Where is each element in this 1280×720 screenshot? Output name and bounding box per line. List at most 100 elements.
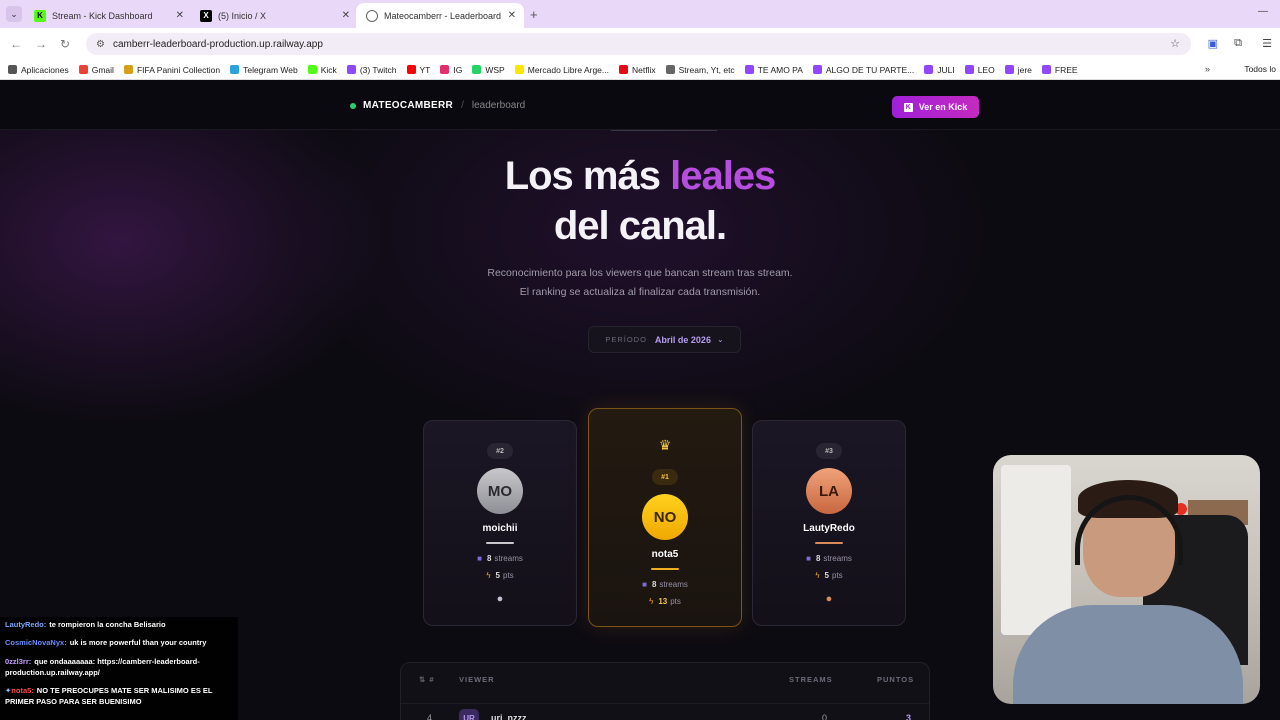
- back-icon[interactable]: ←: [10, 37, 22, 51]
- chat-message: ✦nota5: NO TE PREOCUPES MATE SER MALISIMO…: [5, 686, 233, 707]
- brand[interactable]: MATEOCAMBERR / leaderboard: [350, 100, 525, 111]
- bookmark-icon: [8, 65, 17, 74]
- extensions-puzzle-icon[interactable]: ⧉: [1234, 37, 1242, 50]
- ver-en-kick-button[interactable]: K Ver en Kick: [892, 96, 979, 118]
- extension-icon[interactable]: ▣: [1208, 37, 1218, 50]
- forward-icon[interactable]: →: [35, 37, 47, 51]
- period-selector[interactable]: PERÍODO Abril de 2026 ⌄: [588, 326, 741, 353]
- rank-badge: #2: [487, 443, 513, 459]
- minimize-icon[interactable]: —: [1258, 6, 1268, 17]
- bookmark-item[interactable]: Gmail: [78, 65, 114, 75]
- underline: [815, 542, 843, 544]
- kick-icon: K: [34, 9, 46, 22]
- bookmark-label: Telegram Web: [243, 64, 298, 75]
- bookmark-item[interactable]: FREE: [1041, 65, 1078, 75]
- streamer-torso: [1013, 605, 1243, 704]
- reload-icon[interactable]: ↻: [60, 37, 70, 51]
- bookmark-item[interactable]: ALGO DE TU PARTE...: [812, 65, 914, 75]
- subtitle-line-1: Reconocimiento para los viewers que banc…: [487, 267, 793, 279]
- header-viewer: VIEWER: [459, 675, 495, 684]
- menu-icon[interactable]: ☰: [1262, 37, 1272, 50]
- bookmark-label: Aplicaciones: [21, 64, 69, 75]
- podium-card-second[interactable]: #2 MO moichii ■ 8 streams ϟ 5 pts ●: [423, 420, 577, 626]
- bookmark-item[interactable]: Mercado Libre Arge...: [514, 64, 609, 75]
- bookmark-item[interactable]: JULI: [924, 65, 955, 75]
- bookmark-label: YT: [419, 64, 431, 75]
- table-row[interactable]: 4 UR uri_nzzz 0 3: [401, 703, 929, 720]
- tab-x[interactable]: X (5) Inicio / X ✕: [190, 3, 358, 28]
- close-icon[interactable]: ✕: [508, 10, 516, 21]
- avatar: MO: [477, 468, 523, 514]
- brand-name: MATEOCAMBERR: [363, 100, 454, 111]
- bookmark-label: Mercado Libre Arge...: [527, 64, 609, 75]
- bookmark-item[interactable]: IG: [440, 65, 462, 75]
- bookmark-star-icon[interactable]: ☆: [1170, 37, 1180, 50]
- chat-text: que ondaaaaaaa: https://camberr-leaderbo…: [5, 657, 200, 677]
- podium-card-third[interactable]: #3 LA LautyRedo ■ 8 streams ϟ 5 pts ●: [752, 420, 906, 626]
- bookmark-item[interactable]: LEO: [964, 65, 995, 75]
- bookmark-item[interactable]: jere: [1004, 65, 1032, 75]
- header-points: PUNTOS: [877, 675, 915, 684]
- bookmarks-bar: Aplicaciones Gmail FIFA Panini Collection T…: [0, 60, 1280, 80]
- bookmark-label: WSP: [485, 64, 505, 75]
- viewer-name: LautyRedo: [803, 523, 855, 534]
- bookmark-item[interactable]: YT: [406, 64, 431, 75]
- close-icon[interactable]: ✕: [176, 10, 184, 21]
- chat-text: te rompieron la concha Belisario: [49, 620, 166, 629]
- tab-kick-dashboard[interactable]: K Stream - Kick Dashboard ✕: [24, 3, 192, 28]
- close-icon[interactable]: ✕: [342, 10, 350, 21]
- underline: [486, 542, 514, 544]
- bookmark-item[interactable]: Telegram Web: [230, 65, 298, 75]
- bookmark-item[interactable]: (3) Twitch: [346, 65, 397, 75]
- bookmark-item[interactable]: TE AMO PA: [744, 65, 803, 75]
- new-tab-button[interactable]: +: [530, 7, 538, 22]
- bookmark-icon: [230, 65, 240, 74]
- bookmarks-overflow-button[interactable]: »: [1205, 64, 1210, 74]
- bookmark-icon: [514, 65, 524, 74]
- tab-leaderboard[interactable]: Mateocamberr - Leaderboard ✕: [356, 3, 524, 28]
- row-rank: 4: [427, 713, 433, 720]
- header-streams: STREAMS: [789, 675, 833, 684]
- chat-text: NO TE PREOCUPES MATE SER MALISIMO ES EL …: [5, 686, 213, 706]
- bookmark-item[interactable]: FIFA Panini Collection: [123, 64, 221, 75]
- crown-icon: ♛: [658, 437, 672, 453]
- bookmark-item[interactable]: WSP: [472, 64, 505, 75]
- kick-button-label: Ver en Kick: [918, 102, 968, 112]
- page-title: Los más leales: [0, 154, 1280, 199]
- all-bookmarks-folder[interactable]: Todos lo: [1244, 64, 1276, 74]
- chat-message: 0zzl3rr: que ondaaaaaaa: https://camberr-…: [5, 657, 233, 678]
- bookmark-label: FIFA Panini Collection: [136, 64, 221, 75]
- hash-icon: ⇅: [419, 675, 430, 684]
- leaderboard-table: ⇅ # VIEWER STREAMS PUNTOS 4 UR uri_nzzz …: [400, 662, 930, 720]
- bookmark-icon: [440, 65, 450, 74]
- site-info-icon[interactable]: ⚙: [96, 39, 105, 50]
- points-stat: ϟ 13 pts: [649, 597, 681, 606]
- bookmark-icon: [307, 65, 317, 74]
- bookmark-label: IG: [453, 64, 463, 75]
- tab-search-button[interactable]: ⌄: [6, 6, 22, 22]
- background-fridge: [1001, 465, 1071, 635]
- rank-badge: #1: [652, 469, 678, 485]
- bookmark-icon: [1041, 65, 1051, 74]
- podium-card-first[interactable]: ♛ #1 NO nota5 ■ 8 streams ϟ 13 pts: [588, 408, 742, 627]
- title-part: Los más: [504, 154, 671, 198]
- bookmark-item[interactable]: Netflix: [619, 65, 656, 75]
- bolt-icon: ϟ: [486, 571, 491, 580]
- bookmark-icon: [78, 65, 88, 74]
- bookmark-item[interactable]: Stream, Yt, etc: [665, 65, 735, 75]
- kick-logo-icon: K: [903, 102, 913, 112]
- bookmark-item[interactable]: Aplicaciones: [8, 65, 69, 75]
- tab-strip: ⌄ K Stream - Kick Dashboard ✕ X (5) Inic…: [0, 0, 1280, 28]
- bolt-icon: ϟ: [815, 571, 820, 580]
- chat-message: CosmicNovaNyx: uk is more powerful than y…: [5, 638, 233, 649]
- x-icon: X: [200, 9, 212, 22]
- bookmark-icon: [964, 65, 974, 74]
- row-streams: 0: [822, 713, 828, 720]
- url-input[interactable]: ⚙ camberr-leaderboard-production.up.rail…: [86, 33, 1191, 55]
- viewer-name: nota5: [651, 549, 679, 560]
- webcam-overlay: [993, 455, 1260, 704]
- bookmark-item[interactable]: Kick: [307, 65, 337, 75]
- bookmark-icon: [744, 65, 754, 74]
- address-bar: ← → ↻ ⚙ camberr-leaderboard-production.u…: [0, 28, 1280, 60]
- url-text: camberr-leaderboard-production.up.railwa…: [112, 38, 323, 50]
